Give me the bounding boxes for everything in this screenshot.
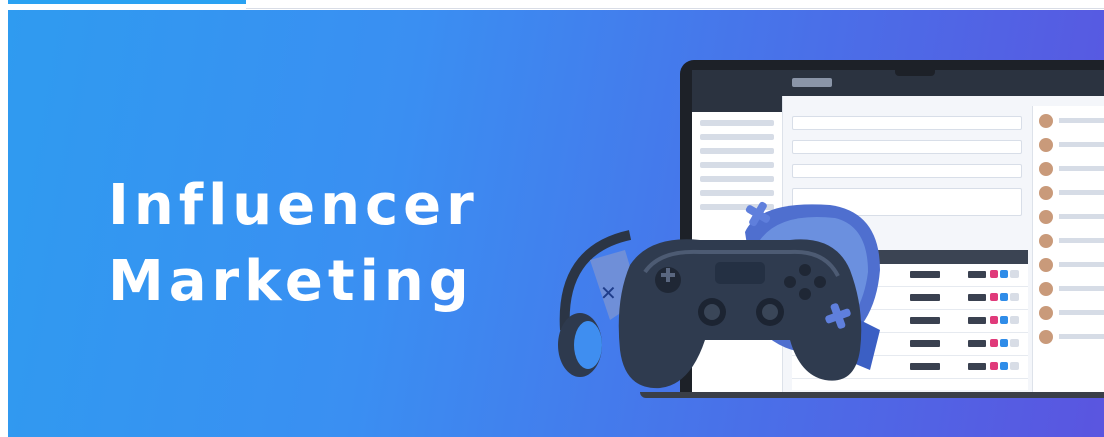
- form-field: [792, 116, 1022, 130]
- list-item: [1039, 304, 1104, 322]
- laptop-notch: [895, 70, 935, 76]
- dashboard-logo: [792, 78, 832, 87]
- sidebar-header: [692, 70, 782, 112]
- sidebar-row: [700, 134, 774, 140]
- table-row: [792, 333, 1028, 356]
- table-header: [792, 250, 1028, 264]
- table-row: [792, 356, 1028, 379]
- active-tab-indicator: [8, 0, 246, 4]
- list-item: [1039, 208, 1104, 226]
- sidebar-row: [700, 204, 774, 210]
- laptop-base: [640, 392, 1104, 398]
- list-item: [1039, 232, 1104, 250]
- laptop-illustration: [680, 60, 1104, 395]
- list-item: [1039, 256, 1104, 274]
- sidebar-row: [700, 148, 774, 154]
- dashboard-table: [792, 250, 1028, 390]
- laptop-screen: [692, 70, 1104, 395]
- dashboard-sidebar: [692, 70, 783, 395]
- influencer-list-panel: [1032, 106, 1104, 395]
- table-row: [792, 310, 1028, 333]
- list-item: [1039, 280, 1104, 298]
- list-item: [1039, 328, 1104, 346]
- sidebar-row: [700, 162, 774, 168]
- top-divider: [246, 8, 1104, 9]
- sidebar-row: [700, 120, 774, 126]
- table-row: [792, 287, 1028, 310]
- form-field: [792, 140, 1022, 154]
- headline-line-1: Influencer: [108, 173, 479, 238]
- sidebar-row: [700, 176, 774, 182]
- sidebar-row: [700, 190, 774, 196]
- form-textarea: [792, 188, 1022, 216]
- page: Influencer Marketing ✕: [0, 0, 1104, 437]
- list-item: [1039, 112, 1104, 130]
- table-row: [792, 264, 1028, 287]
- form-field: [792, 164, 1022, 178]
- list-item: [1039, 160, 1104, 178]
- headline: Influencer Marketing: [108, 168, 479, 320]
- list-item: [1039, 184, 1104, 202]
- list-item: [1039, 136, 1104, 154]
- headline-line-2: Marketing: [108, 249, 474, 314]
- dashboard-topbar: [782, 70, 1104, 96]
